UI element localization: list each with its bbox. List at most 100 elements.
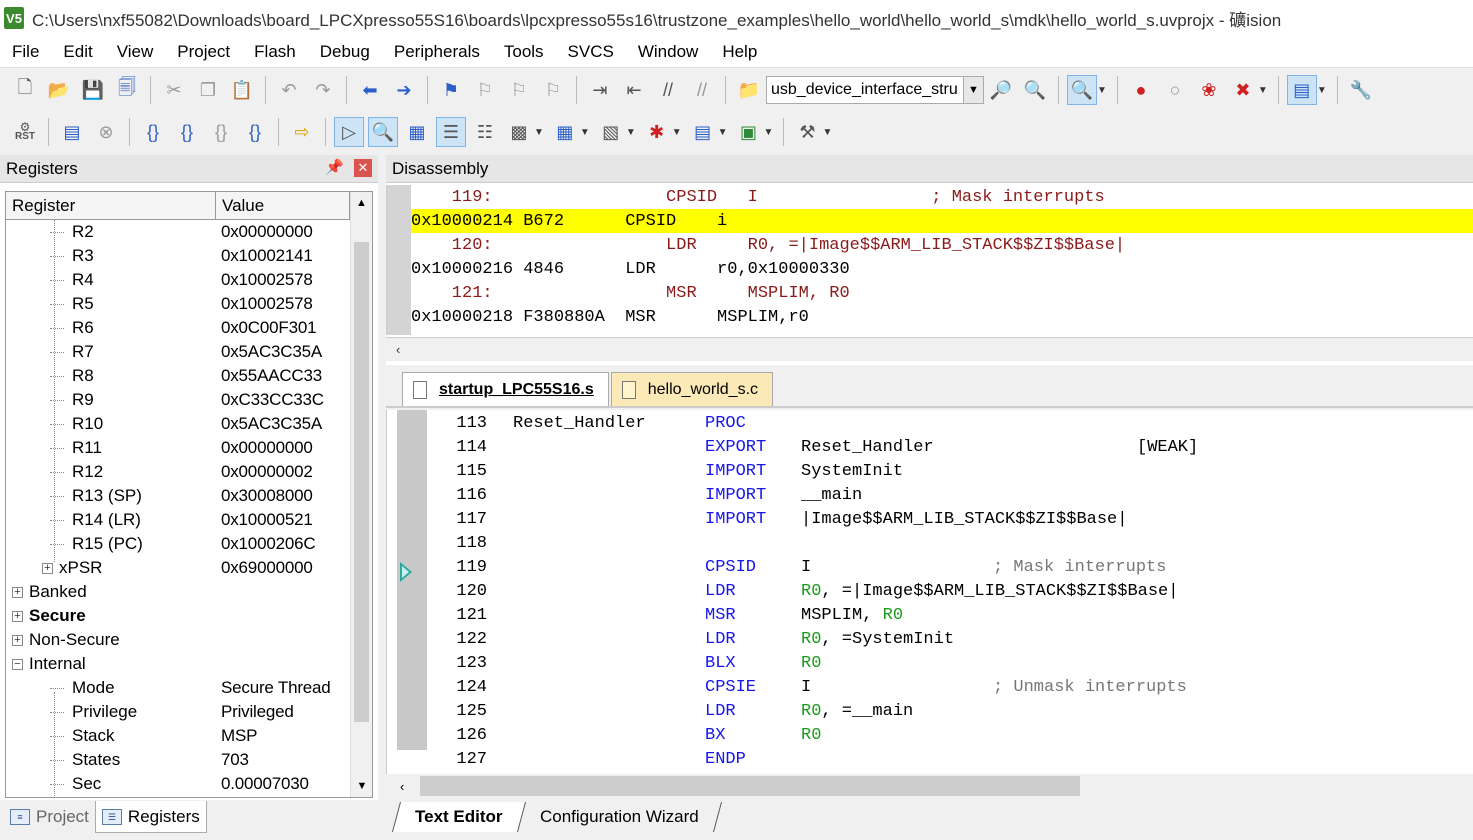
- chevron-down-icon[interactable]: ▼: [626, 127, 636, 138]
- paste-icon[interactable]: 📋: [227, 75, 257, 105]
- register-row[interactable]: R13 (SP) 0x30008000: [6, 484, 350, 508]
- register-value[interactable]: 0x00000000: [221, 436, 313, 460]
- register-value[interactable]: Privileged: [221, 700, 294, 724]
- show-next-statement-icon[interactable]: ⇨: [287, 117, 317, 147]
- register-row[interactable]: R12 0x00000002: [6, 460, 350, 484]
- code-line[interactable]: 113 Reset_Handler PROC: [387, 414, 1473, 438]
- register-value[interactable]: 0x30008000: [221, 484, 313, 508]
- register-value[interactable]: 0.00007030: [221, 772, 309, 796]
- code-line[interactable]: 127 ENDP: [387, 750, 1473, 774]
- save-all-icon[interactable]: 🗐: [112, 75, 142, 105]
- tab-text-editor[interactable]: Text Editor: [391, 802, 526, 832]
- editor-hscrollbar[interactable]: ‹: [386, 774, 1473, 798]
- code-line[interactable]: 118: [387, 534, 1473, 558]
- code-line[interactable]: 119 CPSID I ; Mask interrupts: [387, 558, 1473, 582]
- scroll-down-icon[interactable]: ▼: [351, 775, 372, 797]
- register-row[interactable]: States 703: [6, 748, 350, 772]
- register-value[interactable]: 0xC33CC33C: [221, 388, 324, 412]
- register-value[interactable]: 0x0C00F301: [221, 316, 317, 340]
- menu-edit[interactable]: Edit: [51, 42, 104, 62]
- register-row[interactable]: + xPSR 0x69000000: [6, 556, 350, 580]
- incremental-find-icon[interactable]: 🔍: [1020, 75, 1050, 105]
- register-row[interactable]: R15 (PC) 0x1000206C: [6, 532, 350, 556]
- disassembly-instruction-line[interactable]: 0x10000216 4846 LDR r0,0x10000330: [411, 257, 1473, 281]
- cut-icon[interactable]: ✂: [159, 75, 189, 105]
- disassembly-instruction-line[interactable]: 0x10000218 F380880A MSR MSPLIM,r0: [411, 305, 1473, 329]
- analysis-window-icon[interactable]: ✱: [642, 117, 672, 147]
- menu-flash[interactable]: Flash: [242, 42, 308, 62]
- call-stack-window-icon[interactable]: ☷: [470, 117, 500, 147]
- disassembly-window-icon[interactable]: 🔍: [368, 117, 398, 147]
- register-value[interactable]: 0x5AC3C35A: [221, 412, 322, 436]
- tab-registers[interactable]: ☰ Registers: [94, 801, 207, 833]
- chevron-down-icon[interactable]: ▼: [1317, 85, 1327, 96]
- code-line[interactable]: 117 IMPORT |Image$$ARM_LIB_STACK$$ZI$$Base…: [387, 510, 1473, 534]
- open-folder-icon[interactable]: 📂: [44, 75, 74, 105]
- unindent-icon[interactable]: ⇤: [619, 75, 649, 105]
- step-out-icon[interactable]: {}: [206, 117, 236, 147]
- register-value[interactable]: MSP: [221, 724, 257, 748]
- register-value[interactable]: 0x10002578: [221, 292, 313, 316]
- toolbox-icon[interactable]: ⚒: [792, 117, 822, 147]
- tab-configuration-wizard[interactable]: Configuration Wizard: [517, 802, 722, 832]
- scrollbar-thumb[interactable]: [420, 776, 1080, 796]
- register-value[interactable]: 0x69000000: [221, 556, 313, 580]
- register-value[interactable]: 0x10000521: [221, 508, 313, 532]
- code-line[interactable]: 124 CPSIE I ; Unmask interrupts: [387, 678, 1473, 702]
- menu-view[interactable]: View: [105, 42, 166, 62]
- code-line[interactable]: 125 LDR R0, =__main: [387, 702, 1473, 726]
- register-row[interactable]: R8 0x55AACC33: [6, 364, 350, 388]
- find-in-files-icon[interactable]: 📁: [734, 75, 764, 105]
- column-header-register[interactable]: Register: [6, 192, 216, 219]
- register-row[interactable]: R4 0x10002578: [6, 268, 350, 292]
- scroll-up-icon[interactable]: ▲: [351, 192, 372, 214]
- reset-button[interactable]: ⚙ RST: [10, 117, 40, 147]
- code-line[interactable]: 121 MSR MSPLIM, R0: [387, 606, 1473, 630]
- tab-startup-file[interactable]: startup_LPC55S16.s: [402, 372, 609, 406]
- disassembly-instruction-line[interactable]: 0x10000214 B672 CPSID i: [411, 209, 1473, 233]
- register-value[interactable]: 0x55AACC33: [221, 364, 322, 388]
- system-viewer-icon[interactable]: ▣: [734, 117, 764, 147]
- register-row[interactable]: R9 0xC33CC33C: [6, 388, 350, 412]
- menu-debug[interactable]: Debug: [308, 42, 382, 62]
- next-bookmark-icon[interactable]: ⚐: [504, 75, 534, 105]
- copy-icon[interactable]: ❐: [193, 75, 223, 105]
- register-value[interactable]: 0x5AC3C35A: [221, 340, 322, 364]
- disassembly-hscrollbar[interactable]: ‹: [386, 337, 1473, 361]
- collapse-icon[interactable]: −: [12, 658, 23, 670]
- chevron-down-icon[interactable]: ▼: [822, 127, 832, 138]
- code-line[interactable]: 116 IMPORT __main: [387, 486, 1473, 510]
- disassembly-source-line[interactable]: 119: CPSID I ; Mask interrupts: [411, 185, 1473, 209]
- chevron-down-icon[interactable]: ▼: [672, 127, 682, 138]
- register-row[interactable]: R2 0x00000000: [6, 220, 350, 244]
- chevron-down-icon[interactable]: ▼: [1258, 85, 1268, 96]
- kill-all-breakpoints-icon[interactable]: ✖: [1228, 75, 1258, 105]
- register-row[interactable]: R14 (LR) 0x10000521: [6, 508, 350, 532]
- chevron-down-icon[interactable]: ▼: [1097, 85, 1107, 96]
- chevron-down-icon[interactable]: ▼: [534, 127, 544, 138]
- symbols-window-icon[interactable]: ▦: [402, 117, 432, 147]
- indent-icon[interactable]: ⇥: [585, 75, 615, 105]
- register-row[interactable]: R10 0x5AC3C35A: [6, 412, 350, 436]
- disable-all-breakpoints-icon[interactable]: ❀: [1194, 75, 1224, 105]
- disassembly-source-line[interactable]: 121: MSR MSPLIM, R0: [411, 281, 1473, 305]
- debug-session-icon[interactable]: 🔍: [1067, 75, 1097, 105]
- scroll-left-icon[interactable]: ‹: [400, 779, 404, 794]
- code-line[interactable]: 120 LDR R0, =|Image$$ARM_LIB_STACK$$ZI$$Ba…: [387, 582, 1473, 606]
- register-row[interactable]: Privilege Privileged: [6, 700, 350, 724]
- close-icon[interactable]: ✕: [354, 159, 372, 177]
- column-header-value[interactable]: Value: [216, 192, 350, 219]
- tab-project[interactable]: ≡ Project: [4, 801, 95, 833]
- target-combo[interactable]: usb_device_interface_stru ▼: [766, 76, 984, 104]
- register-value[interactable]: Secure Thread: [221, 676, 331, 700]
- pin-icon[interactable]: 📌: [325, 158, 344, 176]
- expand-icon[interactable]: +: [12, 586, 23, 598]
- register-value[interactable]: 0x00000000: [221, 220, 313, 244]
- register-group[interactable]: + Non-Secure: [6, 628, 350, 652]
- expand-icon[interactable]: +: [12, 610, 23, 622]
- register-group[interactable]: + Secure: [6, 604, 350, 628]
- code-line[interactable]: 126 BX R0: [387, 726, 1473, 750]
- register-row[interactable]: R6 0x0C00F301: [6, 316, 350, 340]
- register-row[interactable]: Stack MSP: [6, 724, 350, 748]
- watch-window-icon[interactable]: ▩: [504, 117, 534, 147]
